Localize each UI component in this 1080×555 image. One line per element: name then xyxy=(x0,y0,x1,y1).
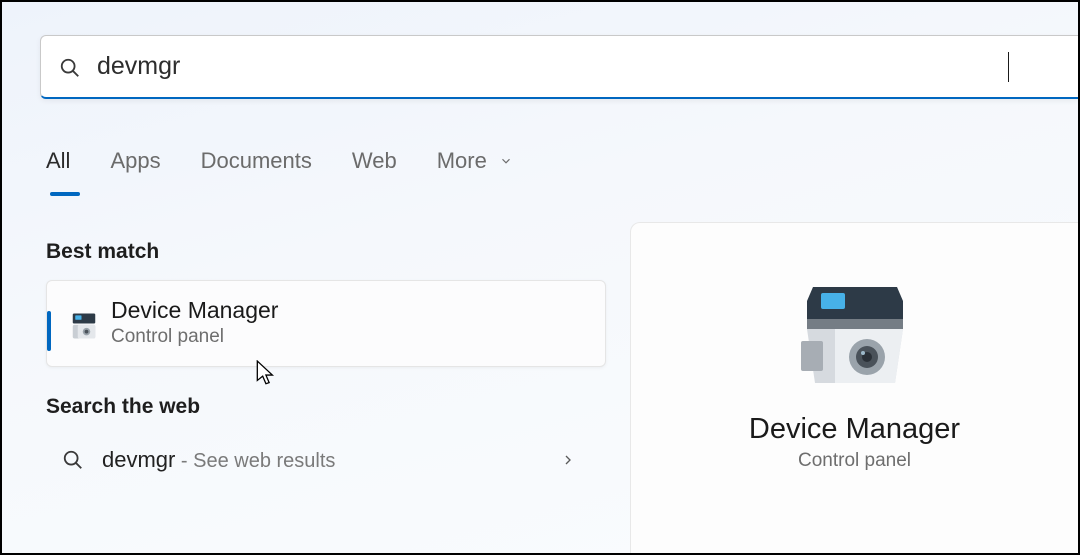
tab-more-label: More xyxy=(437,148,487,173)
search-icon xyxy=(62,449,84,471)
tab-documents[interactable]: Documents xyxy=(201,148,312,184)
tab-web-label: Web xyxy=(352,148,397,173)
tab-all-label: All xyxy=(46,148,70,173)
preview-subtitle: Control panel xyxy=(798,450,911,472)
preview-title: Device Manager xyxy=(749,413,960,446)
tab-all[interactable]: All xyxy=(46,148,70,184)
search-bar[interactable]: devmgr xyxy=(40,35,1078,99)
chevron-right-icon xyxy=(560,452,600,468)
tab-web[interactable]: Web xyxy=(352,148,397,184)
device-manager-icon xyxy=(69,311,99,341)
best-match-heading: Best match xyxy=(46,240,606,264)
search-web-heading: Search the web xyxy=(46,395,606,419)
tab-documents-label: Documents xyxy=(201,148,312,173)
preview-pane: Device Manager Control panel xyxy=(630,222,1078,553)
tab-more[interactable]: More xyxy=(437,148,513,184)
best-match-title: Device Manager xyxy=(111,297,587,324)
tab-apps[interactable]: Apps xyxy=(110,148,160,184)
web-result-left: devmgr - See web results xyxy=(62,447,335,473)
web-term: devmgr xyxy=(102,447,175,472)
search-input-text[interactable]: devmgr xyxy=(97,52,1014,81)
filter-tabs: All Apps Documents Web More xyxy=(46,148,513,184)
tab-apps-label: Apps xyxy=(110,148,160,173)
chevron-down-icon xyxy=(499,148,513,173)
search-icon xyxy=(59,57,81,79)
best-match-result[interactable]: Device Manager Control panel xyxy=(46,280,606,367)
web-hint: - See web results xyxy=(175,450,335,472)
results-column: Best match Device Manager Control panel … xyxy=(46,240,606,473)
device-manager-icon xyxy=(795,283,915,393)
best-match-subtitle: Control panel xyxy=(111,326,587,348)
web-result-row[interactable]: devmgr - See web results xyxy=(46,435,606,473)
text-caret xyxy=(1008,52,1009,82)
